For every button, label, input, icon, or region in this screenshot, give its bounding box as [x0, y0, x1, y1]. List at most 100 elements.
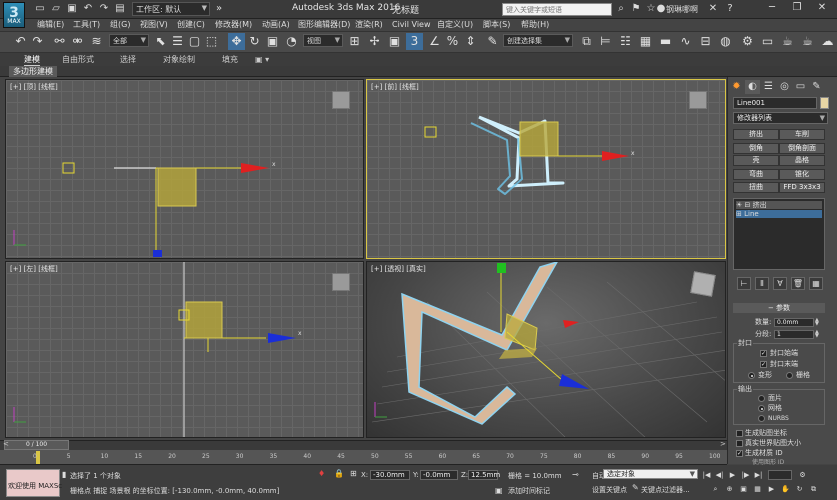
key-filters-button[interactable]: 关键点过滤器... — [641, 485, 690, 495]
menu-create[interactable]: 创建(C) — [177, 19, 205, 31]
zoom-icon[interactable]: ⌕ — [710, 484, 721, 494]
hierarchy-tab-icon[interactable]: ☰ — [761, 80, 776, 94]
snap-toggle-icon[interactable]: 3 — [406, 33, 423, 50]
add-time-tag-button[interactable]: 添加时间标记 — [508, 486, 550, 496]
maximize-viewport-icon[interactable]: ⧉ — [808, 484, 819, 494]
field-of-view-icon[interactable]: ▶ — [766, 484, 777, 494]
cap-end-checkbox[interactable]: ✓ — [760, 361, 767, 368]
viewport-perspective[interactable]: [+] [透视] [真实] — [366, 261, 726, 438]
user-name[interactable]: 钢琳哪啊 — [666, 4, 698, 15]
pan-icon[interactable]: ✋ — [780, 484, 791, 494]
twist-button[interactable]: 扭曲 — [733, 182, 779, 193]
menu-graph-editors[interactable]: 图形编辑器(D) — [298, 19, 350, 31]
menu-group[interactable]: 组(G) — [110, 19, 130, 31]
zoom-extents-all-icon[interactable]: ▦ — [752, 484, 763, 494]
close-button[interactable]: ✕ — [811, 1, 833, 16]
overflow-icon[interactable]: » — [213, 3, 225, 15]
tab-object-paint[interactable]: 对象绘制 — [163, 54, 195, 65]
redo-icon[interactable]: ↷ — [98, 3, 110, 15]
app-menu-button[interactable]: MAX — [3, 0, 25, 32]
configure-sets-icon[interactable]: ▦ — [809, 277, 823, 290]
make-unique-icon[interactable]: ∀ — [773, 277, 787, 290]
gen-map-coords-checkbox[interactable] — [736, 430, 743, 437]
keyboard-shortcut-icon[interactable]: ▣ — [386, 33, 403, 50]
parameters-rollout-header[interactable]: − 参数 — [733, 303, 825, 313]
x-coord-field[interactable]: -30.0mm — [370, 470, 410, 480]
material-editor-icon[interactable]: ◍ — [717, 33, 734, 50]
project-folder-icon[interactable]: ▤ — [114, 3, 126, 15]
pin-stack-icon[interactable]: ⊢ — [737, 277, 751, 290]
window-crossing-icon[interactable]: ⬚ — [203, 33, 220, 50]
maximize-button[interactable]: ❐ — [786, 1, 808, 16]
grid-radio[interactable] — [786, 372, 793, 379]
set-key-filter-icon[interactable]: ✎ — [632, 483, 639, 492]
schematic-view-icon[interactable]: ⊟ — [697, 33, 714, 50]
render-setup-icon[interactable]: ⚙ — [739, 33, 756, 50]
z-coord-field[interactable]: 12.5mm — [468, 470, 500, 480]
time-slider-track[interactable] — [0, 440, 727, 450]
help-icon[interactable]: ? — [724, 3, 736, 15]
shell-button[interactable]: 壳 — [733, 155, 779, 166]
next-key-icon[interactable]: |▶ — [740, 470, 751, 480]
redo-icon[interactable]: ↷ — [29, 33, 46, 50]
rect-selection-icon[interactable]: ▢ — [186, 33, 203, 50]
menu-modifiers[interactable]: 修改器(M) — [215, 19, 252, 31]
stack-item-line[interactable]: ⊞ Line — [736, 210, 822, 218]
menu-views[interactable]: 视图(V) — [140, 19, 168, 31]
segments-input[interactable]: 1 — [774, 330, 814, 339]
display-tab-icon[interactable]: ▭ — [793, 80, 808, 94]
modifier-list-dropdown[interactable]: 修改器列表 ▼ — [733, 112, 828, 124]
time-config-icon[interactable]: ⚙ — [797, 470, 808, 480]
polygon-modeling-button[interactable]: 多边形建模 — [9, 66, 57, 77]
rendered-frame-icon[interactable]: ▭ — [759, 33, 776, 50]
save-icon[interactable]: ▣ — [66, 3, 78, 15]
gen-material-id-checkbox[interactable]: ✓ — [736, 450, 743, 457]
render-icon[interactable]: ☕ — [779, 33, 796, 50]
mesh-radio[interactable] — [758, 405, 765, 412]
search-icon[interactable]: ⌕ — [615, 3, 627, 15]
expand-icon[interactable]: ⊞ — [736, 210, 744, 218]
angle-snap-icon[interactable]: ∠ — [426, 33, 443, 50]
visibility-icon[interactable]: ☀ ⊟ — [736, 201, 753, 209]
menu-rendering[interactable]: 渲染(R) — [355, 19, 383, 31]
motion-tab-icon[interactable]: ◎ — [777, 80, 792, 94]
selection-filter-dropdown[interactable]: 全部 ▼ — [109, 34, 149, 47]
script-listener-icon[interactable]: ▮ — [62, 470, 66, 479]
go-to-end-icon[interactable]: ▶| — [753, 470, 764, 480]
edit-named-selection-icon[interactable]: ✎ — [484, 33, 501, 50]
time-slider[interactable]: 0 / 100 — [4, 440, 69, 450]
menu-tools[interactable]: 工具(T) — [73, 19, 100, 31]
isolate-icon[interactable]: ♦ — [318, 469, 325, 478]
undo-icon[interactable]: ↶ — [82, 3, 94, 15]
utilities-tab-icon[interactable]: ✎ — [809, 80, 824, 94]
scale-icon[interactable]: ▣ — [264, 33, 281, 50]
menu-help[interactable]: 帮助(H) — [521, 19, 549, 31]
lock-selection-icon[interactable]: 🔒 — [334, 469, 344, 478]
viewport-left[interactable]: [+] [左] [线框] x — [5, 261, 364, 438]
stack-item-extrude[interactable]: ☀ ⊟ 挤出 — [736, 201, 822, 209]
a360-render-icon[interactable]: ☁ — [819, 33, 836, 50]
minimize-button[interactable]: ─ — [761, 1, 783, 16]
undo-icon[interactable]: ↶ — [12, 33, 29, 50]
tab-selection[interactable]: 选择 — [120, 54, 136, 65]
bind-space-warp-icon[interactable]: ≋ — [88, 33, 105, 50]
open-file-icon[interactable]: ▱ — [50, 3, 62, 15]
mirror-icon[interactable]: ⧉ — [578, 33, 595, 50]
viewport-top[interactable]: [+] [顶] [线框] x — [5, 79, 364, 259]
nurbs-radio[interactable] — [758, 415, 765, 422]
menu-animation[interactable]: 动画(A) — [262, 19, 290, 31]
workspace-dropdown[interactable]: 工作区: 默认 ▼ — [132, 2, 210, 16]
menu-customize[interactable]: 自定义(U) — [437, 19, 473, 31]
next-frame-icon[interactable]: > — [720, 440, 726, 448]
patch-radio[interactable] — [758, 395, 765, 402]
ribbon-options-icon[interactable]: ▣ ▾ — [255, 54, 269, 65]
viewport-front[interactable]: [+] [前] [线框] x — [366, 79, 726, 259]
menu-scripting[interactable]: 脚本(S) — [483, 19, 510, 31]
amount-input[interactable]: 0.0mm — [774, 318, 814, 327]
pivot-center-icon[interactable]: ⊞ — [346, 33, 363, 50]
key-selection-dropdown[interactable]: 选定对象 ▼ — [603, 469, 698, 479]
zoom-all-icon[interactable]: ⊕ — [724, 484, 735, 494]
orbit-icon[interactable]: ↻ — [794, 484, 805, 494]
placement-icon[interactable]: ◔ — [283, 33, 300, 50]
move-icon[interactable]: ✥ — [228, 33, 245, 50]
